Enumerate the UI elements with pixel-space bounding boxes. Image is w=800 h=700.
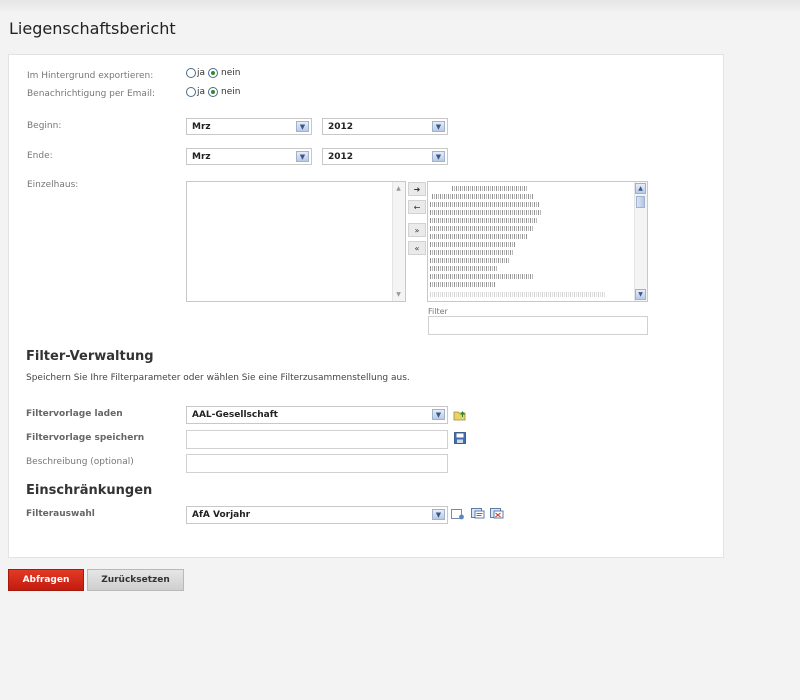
arrow-left-icon: ← bbox=[413, 202, 421, 212]
page-title: Liegenschaftsbericht bbox=[9, 19, 176, 38]
filter-selection-label: Filterauswahl bbox=[26, 509, 95, 519]
end-month-value: Mrz bbox=[192, 151, 211, 162]
end-year-select[interactable]: 2012 ▼ bbox=[322, 148, 448, 165]
background-export-yes-radio[interactable] bbox=[186, 68, 196, 78]
background-export-radio-group: ja nein bbox=[186, 68, 240, 78]
redacted-list-item bbox=[430, 234, 528, 239]
description-label: Beschreibung (optional) bbox=[26, 457, 134, 467]
load-template-value: AAL-Gesellschaft bbox=[192, 410, 278, 420]
redacted-list-item bbox=[430, 210, 542, 215]
report-form-panel: Im Hintergrund exportieren: ja nein Bena… bbox=[8, 54, 724, 558]
arrow-right-icon: ➜ bbox=[413, 184, 421, 194]
selected-items-scrollbar[interactable]: ▲ ▼ bbox=[634, 182, 647, 301]
end-label: Ende: bbox=[27, 151, 53, 161]
end-month-select[interactable]: Mrz ▼ bbox=[186, 148, 312, 165]
move-left-button[interactable]: ← bbox=[408, 200, 426, 214]
save-template-label: Filtervorlage speichern bbox=[26, 433, 145, 443]
available-items-scrollbar[interactable]: ▲ ▼ bbox=[392, 182, 405, 301]
begin-month-select[interactable]: Mrz ▼ bbox=[186, 118, 312, 135]
double-arrow-right-icon: » bbox=[414, 225, 420, 235]
description-input[interactable] bbox=[186, 454, 448, 473]
load-template-label: Filtervorlage laden bbox=[26, 409, 123, 419]
chevron-down-icon: ▼ bbox=[432, 121, 445, 132]
filter-edit-icon[interactable] bbox=[471, 507, 485, 519]
selected-items-listbox[interactable]: ▲ ▼ bbox=[427, 181, 648, 302]
background-export-yes-label: ja bbox=[197, 68, 206, 78]
background-export-no-label: nein bbox=[221, 68, 241, 78]
restrictions-heading: Einschränkungen bbox=[26, 483, 153, 498]
chevron-down-icon: ▼ bbox=[432, 409, 445, 420]
filter-management-description: Speichern Sie Ihre Filterparameter oder … bbox=[26, 373, 410, 383]
chevron-down-icon: ▼ bbox=[296, 151, 309, 162]
save-template-input[interactable] bbox=[186, 430, 448, 449]
begin-month-value: Mrz bbox=[192, 121, 211, 132]
load-folder-icon[interactable] bbox=[453, 409, 467, 421]
scroll-thumb[interactable] bbox=[636, 196, 645, 208]
redacted-list-item bbox=[430, 274, 534, 279]
top-bar bbox=[0, 0, 800, 14]
available-items-listbox[interactable]: ▲ ▼ bbox=[186, 181, 406, 302]
einzelhaus-label: Einzelhaus: bbox=[27, 180, 79, 190]
filter-selection-value: AfA Vorjahr bbox=[192, 510, 251, 520]
reset-button[interactable]: Zurücksetzen bbox=[87, 569, 184, 591]
move-all-left-button[interactable]: « bbox=[408, 241, 426, 255]
filter-management-heading: Filter-Verwaltung bbox=[26, 349, 154, 364]
redacted-list-item bbox=[430, 258, 510, 263]
email-notify-no-radio[interactable] bbox=[208, 87, 219, 97]
redacted-list-item bbox=[430, 202, 540, 207]
redacted-list-item bbox=[430, 242, 516, 247]
chevron-down-icon: ▼ bbox=[432, 151, 445, 162]
submit-button[interactable]: Abfragen bbox=[8, 569, 84, 591]
email-notify-yes-label: ja bbox=[197, 87, 206, 97]
email-notify-yes-radio[interactable] bbox=[186, 87, 196, 97]
scroll-up-icon[interactable]: ▲ bbox=[393, 183, 404, 194]
begin-year-value: 2012 bbox=[328, 121, 354, 132]
scroll-up-icon[interactable]: ▲ bbox=[635, 183, 646, 194]
background-export-label: Im Hintergrund exportieren: bbox=[27, 71, 154, 81]
save-disk-icon[interactable] bbox=[453, 432, 467, 444]
filter-new-icon[interactable] bbox=[451, 508, 465, 520]
begin-year-select[interactable]: 2012 ▼ bbox=[322, 118, 448, 135]
filter-delete-icon[interactable] bbox=[490, 507, 504, 519]
redacted-list-item bbox=[432, 194, 534, 199]
redacted-list-item bbox=[430, 266, 498, 271]
chevron-down-icon: ▼ bbox=[432, 509, 445, 520]
load-template-select[interactable]: AAL-Gesellschaft ▼ bbox=[186, 406, 448, 424]
redacted-list-item bbox=[430, 282, 496, 287]
end-year-value: 2012 bbox=[328, 151, 354, 162]
filter-selection-select[interactable]: AfA Vorjahr ▼ bbox=[186, 506, 448, 524]
background-export-no-radio[interactable] bbox=[208, 68, 219, 78]
email-notify-radio-group: ja nein bbox=[186, 87, 240, 97]
email-notify-no-label: nein bbox=[221, 87, 241, 97]
redacted-list-item bbox=[430, 250, 514, 255]
chevron-down-icon: ▼ bbox=[296, 121, 309, 132]
filter-label: Filter bbox=[428, 307, 448, 316]
scroll-down-icon[interactable]: ▼ bbox=[635, 289, 646, 300]
scroll-down-icon[interactable]: ▼ bbox=[393, 289, 404, 300]
double-arrow-left-icon: « bbox=[414, 243, 420, 253]
move-right-button[interactable]: ➜ bbox=[408, 182, 426, 196]
einzelhaus-filter-input[interactable] bbox=[428, 316, 648, 335]
begin-label: Beginn: bbox=[27, 121, 62, 131]
email-notify-label: Benachrichtigung per Email: bbox=[27, 89, 155, 99]
redacted-list-item bbox=[430, 292, 606, 297]
redacted-list-item bbox=[430, 226, 534, 231]
redacted-list-item bbox=[452, 186, 528, 191]
redacted-list-item bbox=[430, 218, 538, 223]
move-all-right-button[interactable]: » bbox=[408, 223, 426, 237]
